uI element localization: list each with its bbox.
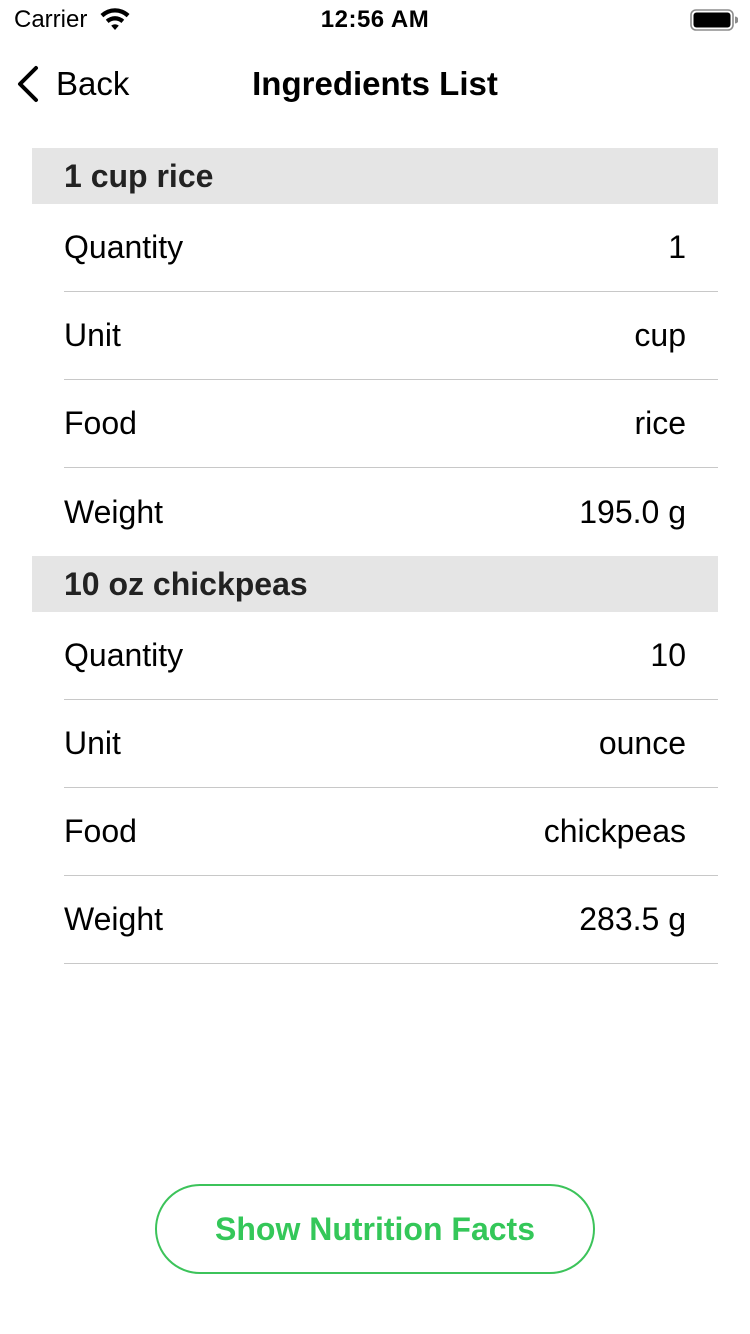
row-value: 10 — [650, 637, 686, 673]
section-header: 10 oz chickpeas — [32, 556, 718, 612]
row-label: Quantity — [64, 229, 184, 265]
row-label: Food — [64, 813, 137, 849]
navigation-bar: Back Ingredients List — [0, 40, 750, 128]
table-row-unit[interactable]: Unit cup — [64, 292, 718, 380]
page-title: Ingredients List — [252, 65, 498, 102]
section-header: 1 cup rice — [32, 148, 718, 204]
row-value: chickpeas — [543, 813, 686, 849]
row-label: Quantity — [64, 637, 184, 673]
row-label: Unit — [64, 317, 121, 353]
row-value: 1 — [668, 229, 686, 265]
ingredients-table: 1 cup rice Quantity 1 Unit cup Food rice… — [32, 148, 718, 964]
row-value: rice — [634, 405, 686, 441]
battery-icon — [690, 9, 738, 31]
row-label: Weight — [64, 493, 164, 530]
row-value: ounce — [598, 725, 686, 761]
row-label: Weight — [64, 901, 164, 937]
clock-time: 12:56 AM — [320, 6, 430, 33]
table-row-unit[interactable]: Unit ounce — [64, 700, 718, 788]
table-row-quantity[interactable]: Quantity 10 — [64, 612, 718, 700]
table-row-quantity[interactable]: Quantity 1 — [64, 204, 718, 292]
row-label: Food — [64, 405, 137, 441]
row-value: 283.5 g — [579, 901, 686, 937]
table-row-food[interactable]: Food chickpeas — [64, 788, 718, 876]
table-row-weight[interactable]: Weight 283.5 g — [64, 876, 718, 964]
table-row-weight[interactable]: Weight 195.0 g — [64, 468, 718, 556]
status-bar: Carrier 12:56 AM — [0, 0, 750, 40]
row-value: cup — [634, 317, 686, 353]
row-value: 195.0 g — [579, 493, 686, 530]
table-row-food[interactable]: Food rice — [64, 380, 718, 468]
row-label: Unit — [64, 725, 121, 761]
show-nutrition-facts-button[interactable]: Show Nutrition Facts — [155, 1184, 595, 1274]
